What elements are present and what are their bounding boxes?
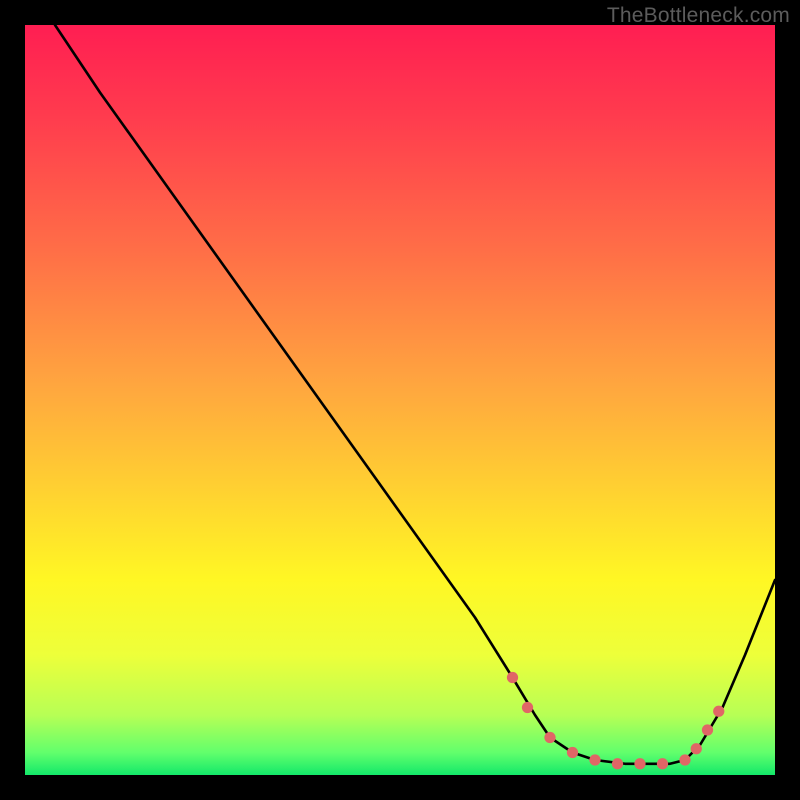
plot-area — [25, 25, 775, 775]
curve-layer — [25, 25, 775, 775]
marker-dot — [507, 672, 518, 683]
marker-dot — [589, 754, 600, 765]
marker-dot — [713, 706, 724, 717]
watermark-text: TheBottleneck.com — [607, 4, 790, 28]
marker-dot — [634, 758, 645, 769]
marker-dot — [544, 732, 555, 743]
marker-dot — [691, 743, 702, 754]
bottleneck-curve — [55, 25, 775, 764]
marker-dot — [522, 702, 533, 713]
marker-dot — [679, 754, 690, 765]
marker-dot — [657, 758, 668, 769]
marker-dot — [702, 724, 713, 735]
marker-dot — [612, 758, 623, 769]
chart-frame: TheBottleneck.com — [0, 0, 800, 800]
marker-dot — [567, 747, 578, 758]
